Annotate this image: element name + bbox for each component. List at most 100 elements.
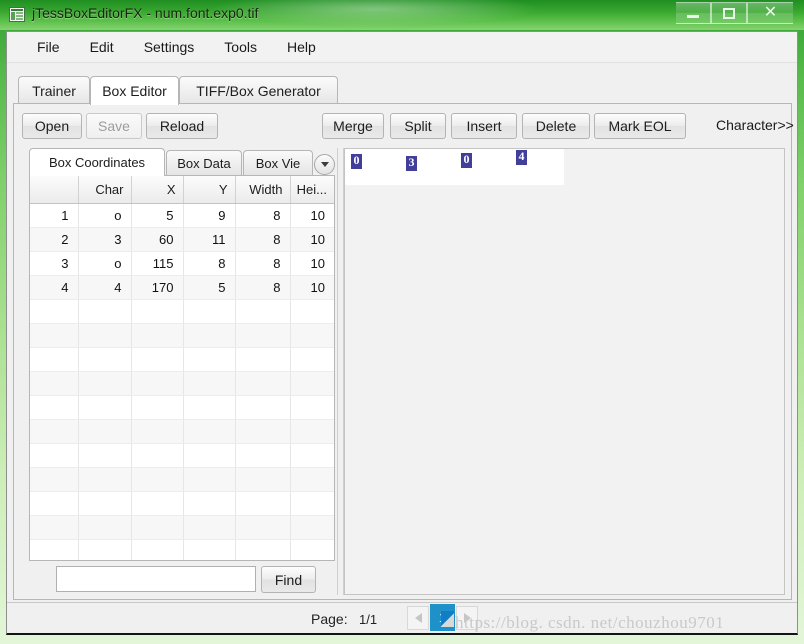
- table-cell-empty[interactable]: [235, 491, 291, 516]
- table-cell-empty[interactable]: [30, 323, 79, 348]
- table-cell-empty[interactable]: [290, 347, 334, 372]
- table-cell-empty[interactable]: [30, 419, 79, 444]
- table-cell[interactable]: 3: [30, 251, 79, 276]
- table-cell-empty[interactable]: [78, 443, 132, 468]
- table-cell[interactable]: o: [78, 251, 132, 276]
- table-cell-empty[interactable]: [78, 323, 132, 348]
- table-row[interactable]: 4 4 170 5 8 10: [30, 275, 334, 300]
- table-cell[interactable]: 8: [183, 251, 236, 276]
- table-cell[interactable]: 4: [78, 275, 132, 300]
- find-input[interactable]: [56, 566, 256, 592]
- table-cell-empty[interactable]: [183, 491, 236, 516]
- mark-eol-button[interactable]: Mark EOL: [594, 113, 686, 139]
- table-row-empty[interactable]: [30, 539, 334, 560]
- table-cell-empty[interactable]: [30, 347, 79, 372]
- table-cell-empty[interactable]: [30, 515, 79, 540]
- table-cell[interactable]: 8: [235, 203, 291, 228]
- table-row-empty[interactable]: [30, 299, 334, 324]
- table-cell-empty[interactable]: [30, 299, 79, 324]
- table-cell[interactable]: 10: [290, 203, 334, 228]
- table-cell[interactable]: o: [78, 203, 132, 228]
- table-cell-empty[interactable]: [183, 419, 236, 444]
- table-cell-empty[interactable]: [78, 419, 132, 444]
- column-header-width[interactable]: Width: [235, 176, 291, 204]
- table-cell-empty[interactable]: [131, 491, 184, 516]
- character-expander-label[interactable]: Character>>: [716, 117, 794, 133]
- table-cell-empty[interactable]: [183, 371, 236, 396]
- box-coordinates-table-container[interactable]: Char X Y Width Hei... 1 o 5 9 8 10 2 3 60 11 8 10 3 o…: [29, 175, 335, 561]
- table-cell-empty[interactable]: [290, 539, 334, 560]
- menu-item-help[interactable]: Help: [275, 35, 328, 59]
- table-cell[interactable]: 10: [290, 227, 334, 252]
- table-cell-empty[interactable]: [131, 371, 184, 396]
- table-cell[interactable]: 10: [290, 275, 334, 300]
- character-box[interactable]: 3: [406, 156, 417, 171]
- table-cell-empty[interactable]: [290, 299, 334, 324]
- table-cell-empty[interactable]: [131, 347, 184, 372]
- table-cell-empty[interactable]: [78, 395, 132, 420]
- table-cell-empty[interactable]: [131, 299, 184, 324]
- table-cell-empty[interactable]: [235, 347, 291, 372]
- table-row[interactable]: 3 o 115 8 8 10: [30, 251, 334, 276]
- merge-button[interactable]: Merge: [322, 113, 384, 139]
- table-cell-empty[interactable]: [290, 323, 334, 348]
- table-cell-empty[interactable]: [183, 539, 236, 560]
- tiff-image-canvas[interactable]: 0 3 0 4: [345, 149, 564, 185]
- table-cell-empty[interactable]: [290, 443, 334, 468]
- table-cell-empty[interactable]: [183, 443, 236, 468]
- menu-item-settings[interactable]: Settings: [132, 35, 207, 59]
- delete-button[interactable]: Delete: [522, 113, 590, 139]
- table-row-empty[interactable]: [30, 491, 334, 516]
- table-cell-empty[interactable]: [131, 395, 184, 420]
- column-header-index[interactable]: [30, 176, 79, 204]
- character-box[interactable]: 4: [516, 150, 527, 165]
- table-cell-empty[interactable]: [235, 539, 291, 560]
- table-cell-empty[interactable]: [131, 323, 184, 348]
- column-header-x[interactable]: X: [131, 176, 184, 204]
- table-cell[interactable]: 9: [183, 203, 236, 228]
- table-row-empty[interactable]: [30, 443, 334, 468]
- table-cell-empty[interactable]: [235, 323, 291, 348]
- table-cell-empty[interactable]: [290, 371, 334, 396]
- table-cell-empty[interactable]: [235, 371, 291, 396]
- find-button[interactable]: Find: [261, 566, 316, 593]
- table-cell-empty[interactable]: [235, 515, 291, 540]
- split-button[interactable]: Split: [390, 113, 446, 139]
- table-row[interactable]: 2 3 60 11 8 10: [30, 227, 334, 252]
- table-cell-empty[interactable]: [30, 491, 79, 516]
- table-row-empty[interactable]: [30, 371, 334, 396]
- table-cell-empty[interactable]: [30, 395, 79, 420]
- chevron-down-icon[interactable]: [314, 154, 335, 175]
- table-cell[interactable]: 8: [235, 275, 291, 300]
- table-row-empty[interactable]: [30, 395, 334, 420]
- table-cell[interactable]: 4: [30, 275, 79, 300]
- menu-item-edit[interactable]: Edit: [78, 35, 126, 59]
- table-cell-empty[interactable]: [183, 395, 236, 420]
- table-cell[interactable]: 11: [183, 227, 236, 252]
- table-cell-empty[interactable]: [78, 371, 132, 396]
- table-cell[interactable]: 8: [235, 251, 291, 276]
- table-cell-empty[interactable]: [235, 443, 291, 468]
- table-cell[interactable]: 115: [131, 251, 184, 276]
- table-cell-empty[interactable]: [290, 515, 334, 540]
- table-cell-empty[interactable]: [78, 515, 132, 540]
- table-cell-empty[interactable]: [78, 467, 132, 492]
- table-cell-empty[interactable]: [235, 419, 291, 444]
- table-cell[interactable]: 8: [235, 227, 291, 252]
- table-cell-empty[interactable]: [183, 347, 236, 372]
- table-cell[interactable]: 2: [30, 227, 79, 252]
- table-cell[interactable]: 60: [131, 227, 184, 252]
- column-header-y[interactable]: Y: [183, 176, 236, 204]
- table-cell-empty[interactable]: [131, 515, 184, 540]
- character-box[interactable]: 0: [351, 154, 362, 169]
- character-box[interactable]: 0: [461, 153, 472, 168]
- box-image-pane[interactable]: 0 3 0 4: [344, 148, 785, 595]
- reload-button[interactable]: Reload: [146, 113, 218, 139]
- table-cell-empty[interactable]: [235, 299, 291, 324]
- table-row-empty[interactable]: [30, 419, 334, 444]
- table-cell-empty[interactable]: [131, 467, 184, 492]
- tab-tiff-box-generator[interactable]: TIFF/Box Generator: [179, 76, 338, 104]
- menu-item-file[interactable]: File: [25, 35, 72, 59]
- table-cell-empty[interactable]: [78, 491, 132, 516]
- close-button[interactable]: ✕: [747, 2, 793, 24]
